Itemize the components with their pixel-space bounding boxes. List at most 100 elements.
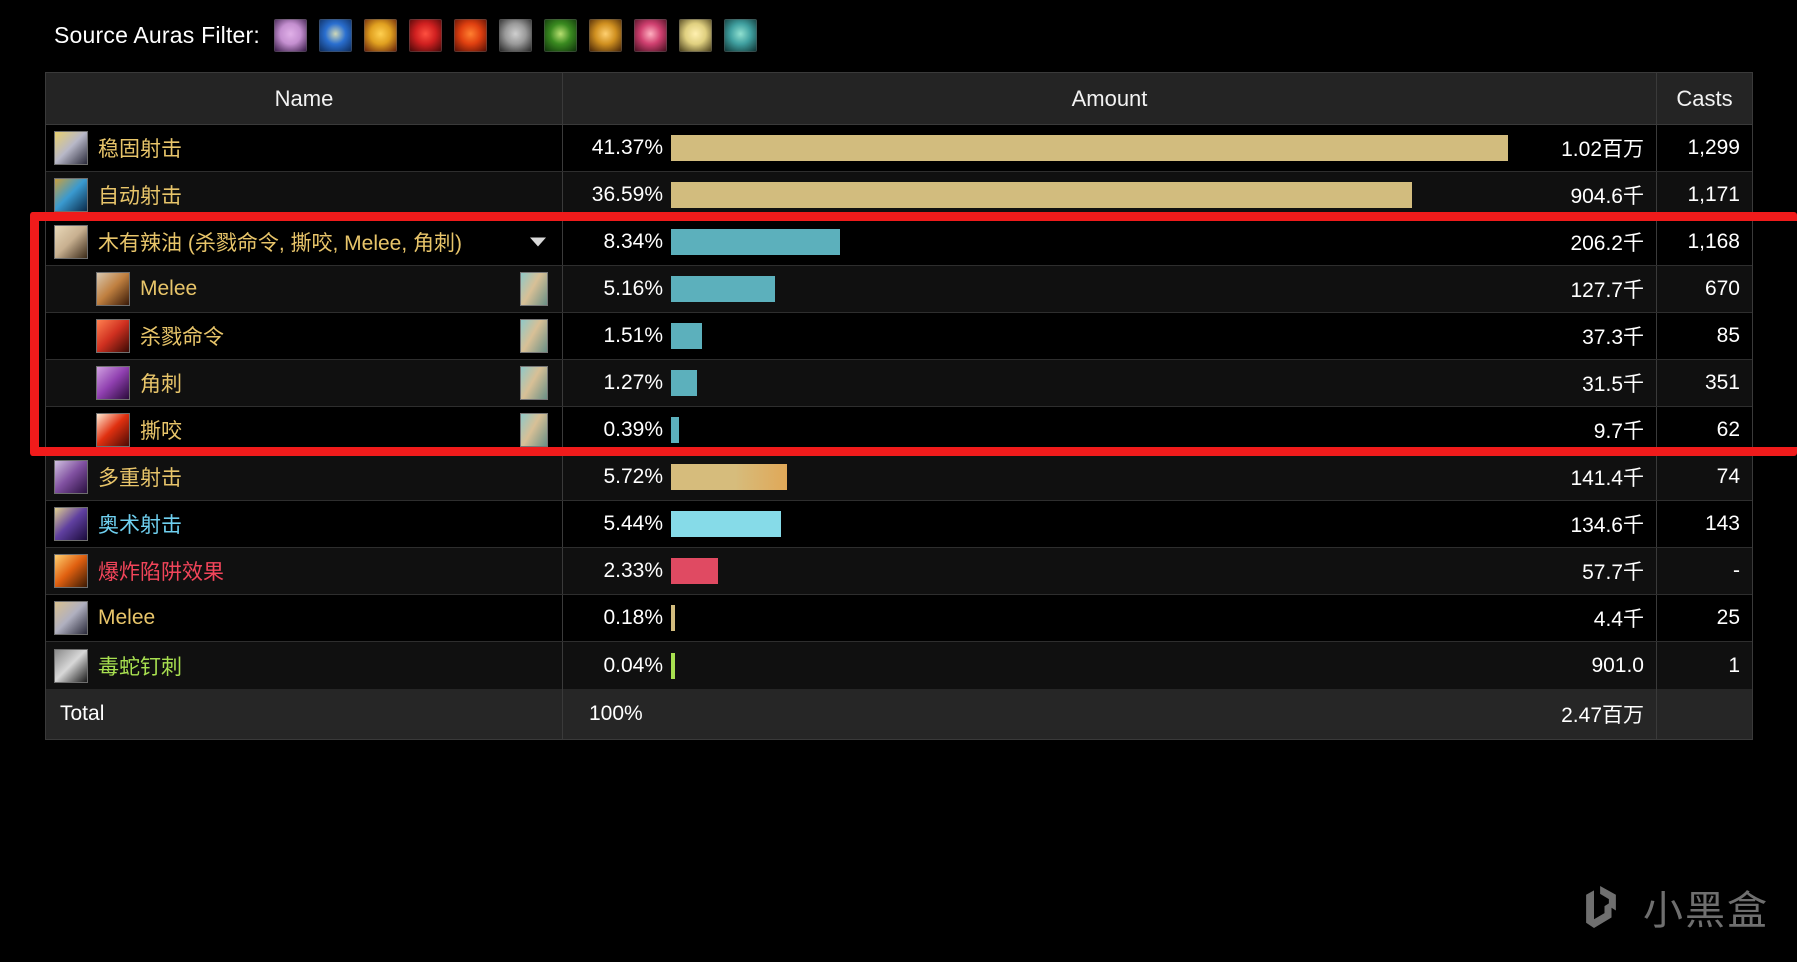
row-percent: 0.39% [603,418,663,441]
total-percent: 100% [589,702,643,725]
row-name-cell: 自动射击 [46,172,563,218]
table-row[interactable]: Melee 5.16% 127.7千 670 [46,266,1752,313]
row-spell-name: 毒蛇钉刺 [98,655,182,679]
table-row[interactable]: 稳固射击 41.37% 1.02百万 1,299 [46,125,1752,172]
row-percent: 2.33% [603,559,663,582]
row-bar [671,652,676,679]
aura-icon-orange-wings[interactable] [363,18,397,52]
source-icon-pet[interactable] [520,366,548,400]
row-amount-value: 901.0 [1591,653,1644,677]
row-amount-cell: 1.27% 31.5千 [563,360,1657,406]
aura-icon-yellow-bone[interactable] [678,18,712,52]
table-row[interactable]: 多重射击 5.72% 141.4千 74 [46,454,1752,501]
aura-icon-teal-shard[interactable] [723,18,757,52]
row-casts-value: 351 [1704,371,1740,394]
spell-icon-auto-shot[interactable] [54,178,88,212]
table-row[interactable]: 撕咬 0.39% 9.7千 62 [46,407,1752,454]
row-amount-value: 57.7千 [1582,561,1644,584]
row-name-cell: 撕咬 [46,407,563,453]
table-row[interactable]: 爆炸陷阱效果 2.33% 57.7千 - [46,548,1752,595]
table-row[interactable]: 木有辣油 (杀戮命令, 撕咬, Melee, 角刺) 8.34% 206.2千 1,1… [46,219,1752,266]
source-auras-filter-label: Source Auras Filter: [54,21,260,48]
row-casts-value: 1 [1728,653,1740,677]
aura-icon-shadow-figure[interactable] [273,18,307,52]
aura-icon-red-fist[interactable] [453,18,487,52]
row-percent: 8.34% [603,230,663,253]
spell-icon-multi-shot[interactable] [54,460,88,494]
spell-icon-serpent-sting[interactable] [54,648,88,683]
row-casts-value: 670 [1704,277,1740,300]
row-casts-cell: - [1657,548,1752,594]
row-casts-cell: 1,168 [1657,219,1752,265]
row-amount-value: 904.6千 [1570,185,1644,208]
row-bar-area: 31.5千 [671,360,1656,406]
row-amount-value: 4.4千 [1593,608,1644,631]
row-casts-cell: 62 [1657,407,1752,453]
row-name-cell: 稳固射击 [46,125,563,171]
row-spell-name: 杀戮命令 [140,326,224,349]
table-row[interactable]: 奥术射击 5.44% 134.6千 143 [46,501,1752,548]
row-percent: 1.51% [603,324,663,347]
chevron-down-icon[interactable] [530,237,546,247]
table-row[interactable]: 毒蛇钉刺 0.04% 901.0 1 [46,642,1752,689]
row-percent: 36.59% [591,183,663,206]
row-casts-cell: 74 [1657,454,1752,500]
spell-icon-kill-command[interactable] [96,319,130,353]
row-amount-cell: 5.72% 141.4千 [563,454,1657,500]
aura-icon-blue-arrow[interactable] [318,18,352,52]
spell-icon-bite[interactable] [96,413,130,447]
table-row[interactable]: Melee 0.18% 4.4千 25 [46,595,1752,642]
table-row[interactable]: 角刺 1.27% 31.5千 351 [46,360,1752,407]
spell-icon-melee[interactable] [54,601,88,635]
spell-icon-steady-shot[interactable] [54,131,88,165]
column-header-amount[interactable]: Amount [563,73,1657,124]
row-casts-value: 143 [1704,512,1740,535]
row-percent: 41.37% [591,136,663,159]
row-bar-area: 37.3千 [671,313,1656,359]
aura-icon-red-figure[interactable] [408,18,442,52]
column-header-name[interactable]: Name [46,73,563,124]
row-spell-name: 角刺 [140,373,182,396]
table-total-row: Total 100% 2.47百万 [46,689,1752,739]
spell-icon-arcane-shot[interactable] [54,507,88,541]
aura-icon-pink-sword[interactable] [633,18,667,52]
table-row[interactable]: 杀戮命令 1.51% 37.3千 85 [46,313,1752,360]
source-icon-pet[interactable] [520,413,548,447]
row-spell-name: 多重射击 [98,467,182,490]
spell-icon-explosive-trap[interactable] [54,554,88,588]
total-casts-cell [1657,689,1752,739]
row-casts-value: 1,168 [1687,230,1740,253]
source-icon-pet[interactable] [520,319,548,353]
row-amount-value: 1.02百万 [1561,138,1644,161]
row-name-cell: 爆炸陷阱效果 [46,548,563,594]
spell-icon-gore[interactable] [96,366,130,400]
row-percent: 0.04% [603,653,663,677]
row-amount-value: 206.2千 [1570,232,1644,255]
row-casts-cell: 1,299 [1657,125,1752,171]
spell-icon-melee[interactable] [96,272,130,306]
heybox-logo-icon [1586,886,1616,928]
aura-icon-green-club[interactable] [543,18,577,52]
table-row[interactable]: 自动射击 36.59% 904.6千 1,171 [46,172,1752,219]
row-amount-cell: 0.18% 4.4千 [563,595,1657,641]
row-spell-name: 撕咬 [140,420,182,443]
row-name-cell: Melee [46,595,563,641]
column-header-casts[interactable]: Casts [1657,73,1752,124]
row-bar [671,605,676,631]
source-icon-pet[interactable] [520,272,548,306]
aura-icon-tankard[interactable] [498,18,532,52]
total-bar-area: 2.47百万 [703,689,1656,739]
row-name-cell: Melee [46,266,563,312]
total-label: Total [60,702,105,725]
spell-icon-whistle[interactable] [54,225,88,259]
row-bar [671,135,1509,161]
row-bar [671,417,679,443]
aura-icon-claw[interactable] [588,18,622,52]
row-casts-value: 74 [1716,465,1740,488]
row-casts-cell: 351 [1657,360,1752,406]
row-bar-area: 904.6千 [671,172,1656,218]
row-bar [671,323,702,349]
row-casts-value: 62 [1716,418,1740,441]
row-bar-area: 901.0 [671,642,1656,689]
row-spell-name: Melee [98,606,156,629]
